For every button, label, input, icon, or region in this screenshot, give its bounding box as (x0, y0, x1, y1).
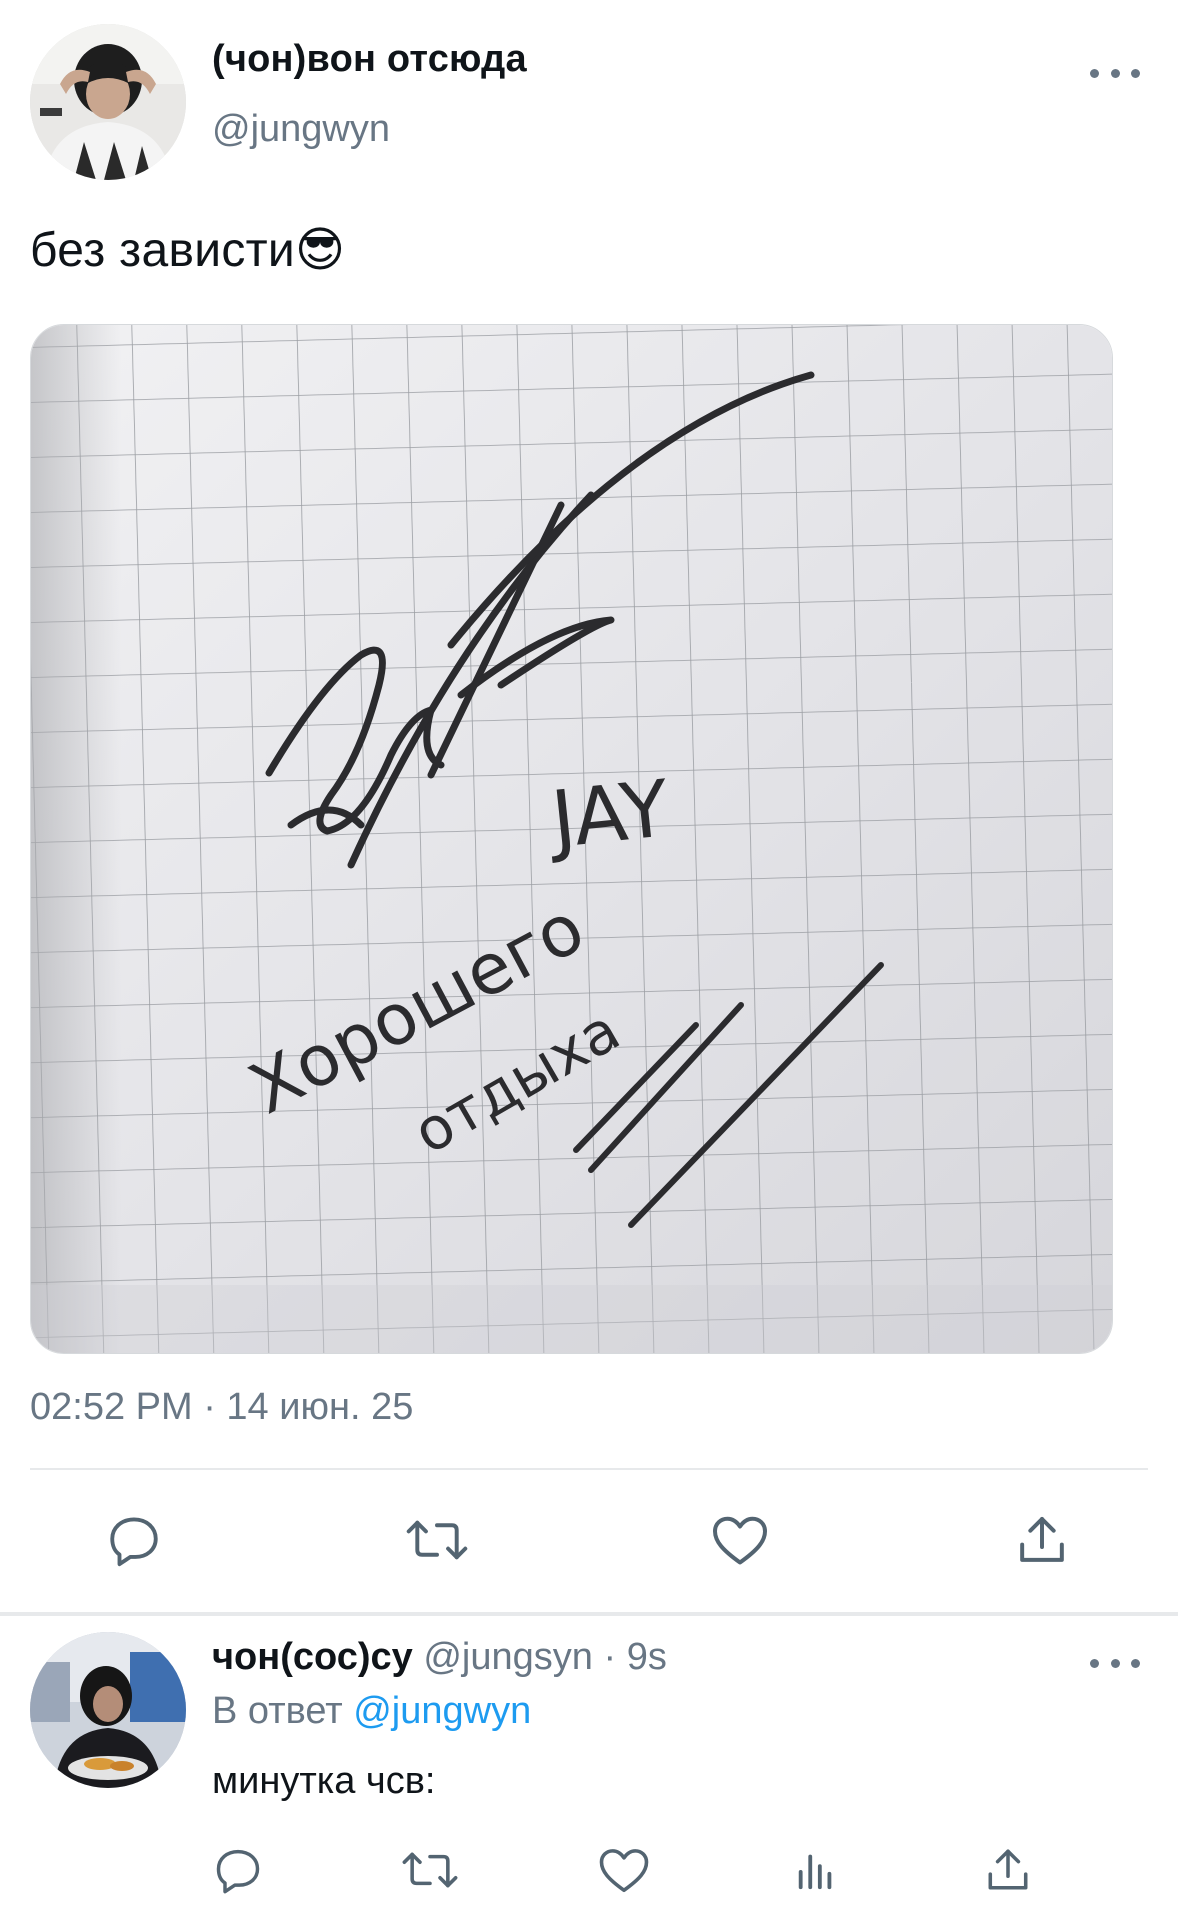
tweet-text: без зависти😎 (30, 224, 346, 277)
reply-avatar[interactable] (30, 1632, 186, 1788)
share-icon (988, 1849, 1028, 1890)
heart-icon (713, 1516, 767, 1565)
avatar-photo (30, 24, 186, 180)
reply-to-label: В ответ (212, 1690, 343, 1732)
more-dot (1131, 1658, 1140, 1668)
share-button[interactable] (1010, 1508, 1074, 1572)
more-dot (1090, 68, 1099, 78)
like-button[interactable] (594, 1840, 654, 1900)
more-dot (1110, 1658, 1120, 1668)
heart-icon (599, 1849, 649, 1893)
divider (30, 1468, 1148, 1470)
reply-time[interactable]: 9s (627, 1636, 667, 1678)
handwriting-jay: JAY (543, 764, 674, 866)
divider (0, 1612, 1178, 1616)
stats-button[interactable] (786, 1840, 846, 1900)
share-icon (1020, 1517, 1064, 1562)
avatar[interactable] (30, 24, 186, 180)
reply-button[interactable] (208, 1840, 268, 1900)
retweet-icon (406, 1520, 468, 1560)
more-dot (1110, 68, 1120, 78)
author-name[interactable]: (чон)вон отсюда (212, 38, 527, 81)
stats-icon (798, 1854, 832, 1890)
reply-to-mention[interactable]: @jungwyn (353, 1690, 531, 1732)
reply-header: чон(сос)су @jungsyn · 9s (212, 1636, 667, 1679)
more-icon[interactable] (1090, 1648, 1140, 1678)
reply-button[interactable] (102, 1508, 166, 1572)
reply-icon (110, 1517, 158, 1567)
reply-icon (216, 1849, 260, 1894)
avatar-photo (30, 1632, 186, 1788)
separator-dot: · (603, 1636, 617, 1678)
reply-author-name[interactable]: чон(сос)су (212, 1636, 413, 1678)
reply-to-line: В ответ @jungwyn (212, 1690, 531, 1733)
reply-text: минутка чсв: (212, 1760, 436, 1802)
like-button[interactable] (708, 1508, 772, 1572)
more-icon[interactable] (1090, 58, 1140, 88)
author-handle[interactable]: @jungwyn (212, 108, 390, 151)
more-dot (1131, 68, 1140, 78)
tweet-timestamp[interactable]: 02:52 PM · 14 июн. 25 (30, 1386, 413, 1429)
retweet-icon (402, 1852, 458, 1888)
retweet-button[interactable] (400, 1840, 460, 1900)
more-dot (1090, 1658, 1099, 1668)
main-tweet: (чон)вон отсюда @jungwyn без зависти😎 JA… (0, 0, 1178, 1612)
reply-author-handle[interactable]: @jungsyn (423, 1636, 593, 1678)
tweet-image[interactable]: JAY Хорошего отдыха (30, 324, 1113, 1354)
autograph-photo: JAY Хорошего отдыха (31, 325, 1112, 1353)
share-button[interactable] (978, 1840, 1038, 1900)
retweet-button[interactable] (405, 1508, 469, 1572)
